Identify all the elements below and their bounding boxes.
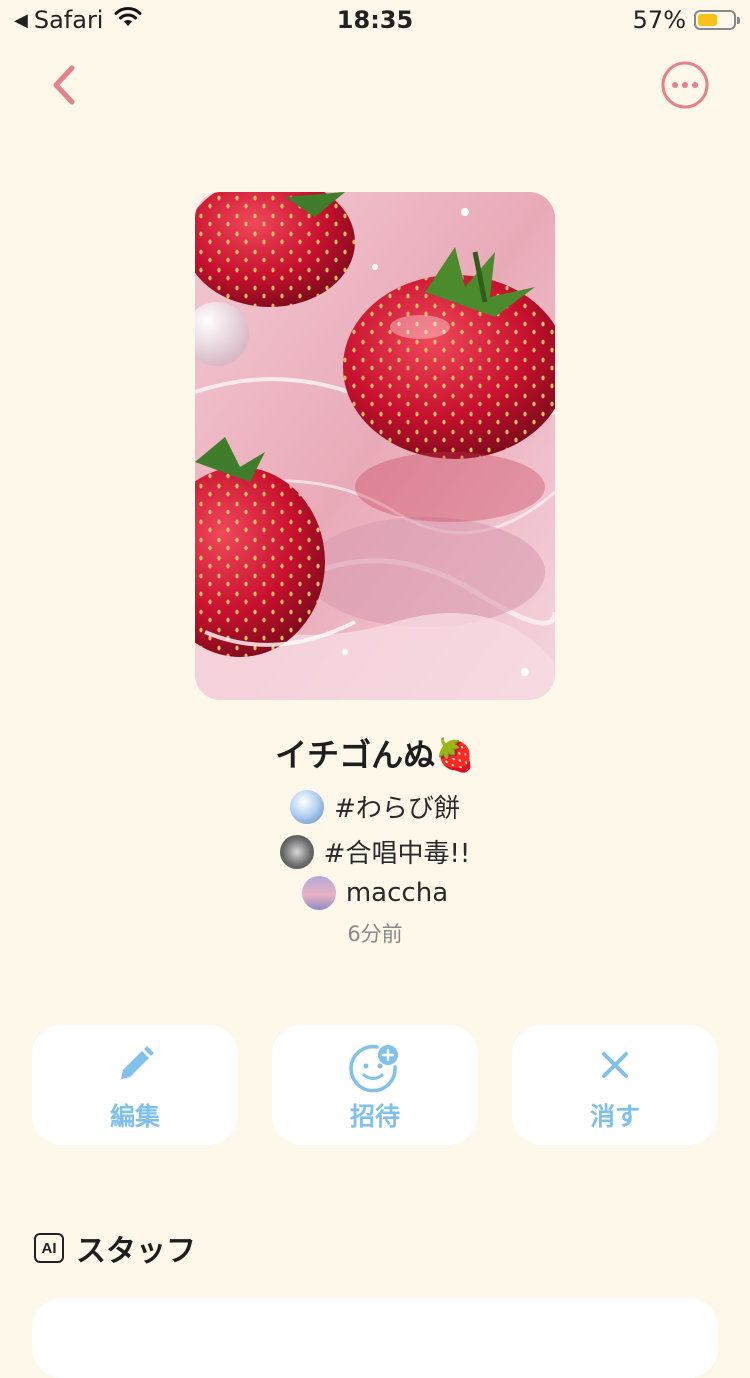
strawberry-cover-image <box>195 192 555 700</box>
edit-button[interactable]: 編集 <box>32 1025 238 1145</box>
more-horizontal-icon <box>661 61 709 109</box>
battery-icon <box>694 10 740 30</box>
time-ago: 6分前 <box>347 922 403 946</box>
tag-row-warabimochi[interactable]: #わらび餅 <box>0 788 750 825</box>
staff-card[interactable] <box>32 1298 718 1378</box>
battery-percent: 57% <box>632 6 686 34</box>
ai-badge-icon: AI <box>34 1233 64 1263</box>
tag-label: #合唱中毒!! <box>323 839 471 869</box>
status-bar: ◀ Safari 18:35 57% <box>0 0 750 40</box>
owner-name: maccha <box>345 878 449 908</box>
invite-face-icon <box>349 1043 401 1097</box>
more-button[interactable] <box>660 60 710 110</box>
staff-header: AI スタッフ <box>34 1226 196 1270</box>
back-button[interactable] <box>40 58 90 112</box>
battery-status: 57% <box>632 6 740 34</box>
staff-title: スタッフ <box>76 1234 196 1269</box>
tag-avatar-gassho <box>279 834 314 869</box>
tag-row-gassho[interactable]: #合唱中毒!! <box>0 833 750 870</box>
invite-label: 招待 <box>349 1102 400 1131</box>
action-bar: 編集 招待 消す <box>32 1025 718 1147</box>
tag-avatar-warabimochi <box>290 789 325 824</box>
battery-fill <box>698 14 717 26</box>
delete-button[interactable]: 消す <box>512 1025 718 1145</box>
owner-row[interactable]: maccha <box>0 876 750 910</box>
close-icon <box>593 1043 637 1091</box>
playlist-cover <box>195 192 555 700</box>
chevron-left-icon <box>53 65 75 105</box>
owner-avatar <box>301 876 336 910</box>
playlist-title: イチゴんぬ🍓 <box>275 736 475 774</box>
tag-label: #わらび餅 <box>334 794 460 824</box>
delete-label: 消す <box>589 1102 640 1131</box>
edit-label: 編集 <box>109 1102 160 1131</box>
invite-button[interactable]: 招待 <box>272 1025 478 1145</box>
pencil-icon <box>113 1043 157 1091</box>
